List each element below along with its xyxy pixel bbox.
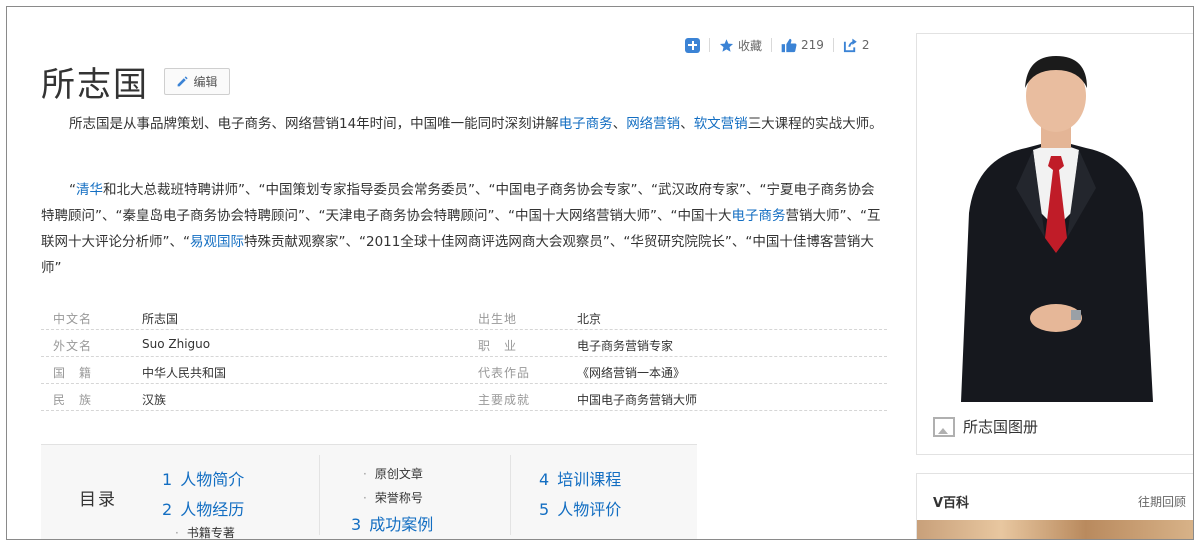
info-value: 《网络营销一本通》 (577, 366, 686, 380)
vbaike-title: V百科 (933, 496, 970, 511)
text: 所志国是从事品牌策划、电子商务、网络营销14年时间，中国唯一能同时深刻讲解 (69, 116, 559, 132)
action-bar: 收藏 219 2 (685, 34, 870, 56)
info-row: 民 族 汉族 主要成就 中国电子商务营销大师 (41, 384, 887, 411)
toc-label: 人物简介 (180, 470, 245, 489)
divider (510, 455, 511, 535)
image-gallery-icon (933, 416, 955, 437)
basic-info-table: 中文名 所志国 出生地 北京 外文名 Suo Zhiguo 职 业 电子商务营销… (41, 303, 887, 411)
vbaike-more-link[interactable]: 往期回顾 (1138, 493, 1186, 510)
toc-sub-label: 荣誉称号 (374, 491, 423, 505)
favorite-label: 收藏 (738, 38, 763, 53)
text: 三大课程的实战大师。 (747, 116, 883, 132)
info-row: 国 籍 中华人民共和国 代表作品 《网络营销一本通》 (41, 357, 887, 384)
toc-number: 2 (162, 500, 173, 519)
toc-label: 成功案例 (369, 515, 434, 534)
info-value: 电子商务营销专家 (577, 339, 674, 353)
text: “ (69, 182, 76, 198)
info-label: 民 族 (53, 393, 93, 407)
info-label: 外文名 (53, 339, 93, 353)
toc-number: 5 (539, 500, 550, 519)
bullet-icon: · (175, 526, 179, 540)
info-row: 外文名 Suo Zhiguo 职 业 电子商务营销专家 (41, 330, 887, 357)
star-icon (719, 38, 734, 53)
vbaike-card: V百科 往期回顾 (916, 473, 1193, 539)
page-title: 所志国 (41, 65, 149, 105)
toc-number: 1 (162, 470, 173, 489)
edit-button[interactable]: 编辑 (164, 68, 230, 95)
toc-label: 培训课程 (557, 470, 622, 489)
info-value: Suo Zhiguo (142, 337, 211, 351)
toc-sub-honors[interactable]: · 荣誉称号 (363, 489, 423, 506)
bullet-icon: · (363, 467, 367, 481)
toc-label: 人物经历 (180, 500, 245, 519)
like-count: 219 (801, 38, 824, 52)
toc-sub-label: 原创文章 (374, 467, 423, 481)
info-value: 中国电子商务营销大师 (577, 393, 698, 407)
toc-item-courses[interactable]: 4 培训课程 (539, 466, 621, 490)
toc-item-intro[interactable]: 1 人物简介 (162, 466, 244, 490)
info-label: 主要成就 (478, 393, 531, 407)
toc-title: 目录 (79, 490, 117, 510)
album-label: 所志国图册 (963, 418, 1039, 436)
toc-item-experience[interactable]: 2 人物经历 (162, 496, 244, 520)
portrait-illustration (921, 38, 1191, 402)
table-of-contents: 目录 1 人物简介 2 人物经历 · 书籍专著 · 原创文章 · 荣誉称号 3 成功案例 4… (41, 444, 697, 540)
plus-icon (685, 37, 700, 53)
toc-label: 人物评价 (557, 500, 622, 519)
link-ecommerce[interactable]: 电子商务 (731, 208, 785, 224)
share-button[interactable]: 2 (843, 38, 870, 53)
page-frame: 收藏 219 2 所志国 编辑 所志国是从事品牌策划、电子商务、网络营销14年时… (6, 6, 1194, 540)
link-ecommerce[interactable]: 电子商务 (559, 116, 613, 132)
info-label: 中文名 (53, 312, 93, 326)
link-tsinghua[interactable]: 清华 (76, 182, 103, 198)
toc-number: 3 (351, 515, 362, 534)
info-value: 中华人民共和国 (142, 366, 227, 380)
like-button[interactable]: 219 (781, 38, 824, 53)
intro-paragraph: 所志国是从事品牌策划、电子商务、网络营销14年时间，中国唯一能同时深刻讲解电子商… (41, 111, 887, 137)
bullet-icon: · (363, 491, 367, 505)
portrait-photo[interactable] (921, 38, 1191, 402)
edit-label: 编辑 (193, 75, 218, 89)
toc-sub-articles[interactable]: · 原创文章 (363, 465, 423, 482)
add-button[interactable] (685, 37, 700, 53)
favorite-button[interactable]: 收藏 (719, 37, 762, 54)
divider (832, 38, 834, 52)
toc-item-reviews[interactable]: 5 人物评价 (539, 496, 621, 520)
divider (709, 38, 710, 52)
info-row: 中文名 所志国 出生地 北京 (41, 303, 887, 330)
info-value: 所志国 (142, 312, 179, 326)
info-label: 代表作品 (478, 366, 531, 380)
info-value: 汉族 (142, 393, 167, 407)
text: 、 (612, 116, 627, 132)
pencil-icon (178, 76, 189, 87)
share-icon (843, 38, 858, 53)
vbaike-banner-image[interactable] (917, 520, 1193, 539)
share-count: 2 (861, 38, 870, 52)
thumbs-up-icon (781, 38, 797, 53)
text: 、 (680, 116, 694, 132)
portrait-card: 所志国图册 (916, 33, 1193, 455)
divider (319, 455, 320, 535)
toc-number: 4 (539, 470, 550, 489)
info-value: 北京 (577, 312, 602, 326)
link-analysys[interactable]: 易观国际 (190, 234, 244, 250)
link-network-marketing[interactable]: 网络营销 (626, 116, 680, 132)
toc-sub-books[interactable]: · 书籍专著 (175, 524, 235, 540)
titles-paragraph: “清华和北大总裁班特聘讲师”、“中国策划专家指导委员会常务委员”、“中国电子商务… (41, 177, 887, 281)
info-label: 出生地 (478, 312, 518, 326)
album-link[interactable]: 所志国图册 (933, 416, 1038, 437)
info-label: 职 业 (478, 339, 518, 353)
divider (771, 38, 773, 52)
toc-sub-label: 书籍专著 (186, 526, 235, 540)
link-soft-article-marketing[interactable]: 软文营销 (694, 116, 748, 132)
info-label: 国 籍 (53, 366, 93, 380)
toc-item-cases[interactable]: 3 成功案例 (351, 511, 433, 535)
